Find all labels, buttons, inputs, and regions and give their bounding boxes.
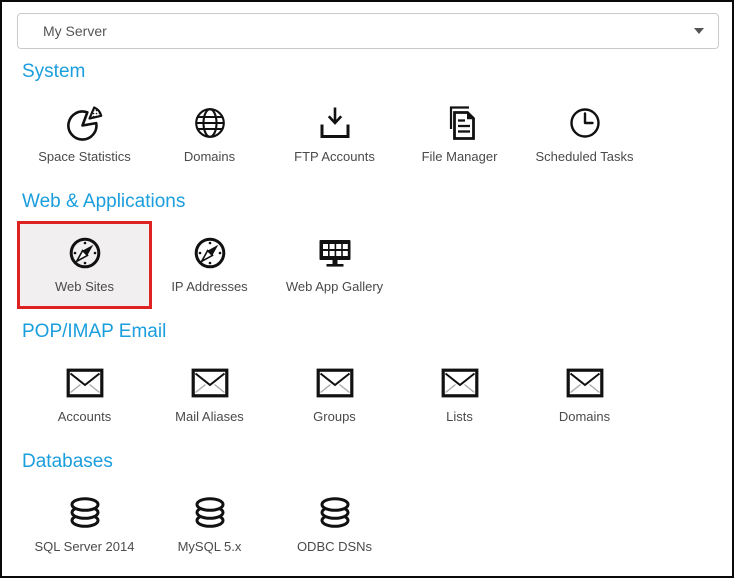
documents-icon — [440, 100, 480, 146]
tile-row: Accounts Mail Aliases Groups Lists Domains — [2, 351, 732, 439]
database-icon — [315, 490, 355, 536]
tile-label: Web App Gallery — [286, 279, 383, 294]
database-icon — [190, 490, 230, 536]
compass-icon — [65, 230, 105, 276]
tile-row: SQL Server 2014 MySQL 5.x ODBC DSNs — [2, 481, 732, 569]
tile-accounts[interactable]: Accounts — [22, 351, 147, 439]
section-title-system: System — [22, 61, 732, 83]
control-panel: My Server System Space Statistics Domains F… — [0, 0, 734, 578]
database-icon — [65, 490, 105, 536]
section-web-applications: Web & ApplicationsWeb SitesIP AddressesW… — [2, 191, 732, 309]
envelope-icon — [440, 360, 480, 406]
tile-ip-addresses[interactable]: IP Addresses — [147, 221, 272, 309]
globe-icon — [190, 100, 230, 146]
tile-label: SQL Server 2014 — [35, 539, 135, 554]
tile-label: File Manager — [422, 149, 498, 164]
tile-label: Accounts — [58, 409, 111, 424]
tile-label: Domains — [559, 409, 610, 424]
tile-label: Domains — [184, 149, 235, 164]
tile-label: Groups — [313, 409, 356, 424]
tile-sql-server-2014[interactable]: SQL Server 2014 — [22, 481, 147, 569]
tile-ftp-accounts[interactable]: FTP Accounts — [272, 91, 397, 179]
tile-row: Web Sites IP Addresses Web App Gallery — [2, 221, 732, 309]
section-title-pop-imap-email: POP/IMAP Email — [22, 321, 732, 343]
chevron-down-icon — [694, 28, 704, 34]
tile-label: FTP Accounts — [294, 149, 375, 164]
tile-web-sites[interactable]: Web Sites — [17, 221, 152, 309]
tile-label: Scheduled Tasks — [535, 149, 633, 164]
tile-domains[interactable]: Domains — [147, 91, 272, 179]
tile-mysql-5-x[interactable]: MySQL 5.x — [147, 481, 272, 569]
envelope-icon — [65, 360, 105, 406]
server-selector-value: My Server — [43, 23, 107, 39]
pie-chart-icon — [65, 100, 105, 146]
monitor-grid-icon — [315, 230, 355, 276]
tile-label: IP Addresses — [171, 279, 247, 294]
clock-icon — [565, 100, 605, 146]
envelope-icon — [190, 360, 230, 406]
tile-label: Mail Aliases — [175, 409, 244, 424]
tile-lists[interactable]: Lists — [397, 351, 522, 439]
envelope-icon — [565, 360, 605, 406]
tile-label: Space Statistics — [38, 149, 131, 164]
tile-label: Lists — [446, 409, 473, 424]
envelope-icon — [315, 360, 355, 406]
download-tray-icon — [315, 100, 355, 146]
section-databases: Databases SQL Server 2014 MySQL 5.x ODBC DS… — [2, 451, 732, 569]
tile-label: ODBC DSNs — [297, 539, 372, 554]
server-selector[interactable]: My Server — [17, 13, 719, 49]
tile-odbc-dsns[interactable]: ODBC DSNs — [272, 481, 397, 569]
section-system: System Space Statistics Domains FTP Account… — [2, 61, 732, 179]
tile-space-statistics[interactable]: Space Statistics — [22, 91, 147, 179]
tile-web-app-gallery[interactable]: Web App Gallery — [272, 221, 397, 309]
tile-scheduled-tasks[interactable]: Scheduled Tasks — [522, 91, 647, 179]
section-title-web-applications: Web & Applications — [22, 191, 732, 213]
section-title-databases: Databases — [22, 451, 732, 473]
section-pop-imap-email: POP/IMAP Email Accounts Mail Aliases Groups… — [2, 321, 732, 439]
tile-label: Web Sites — [55, 279, 114, 294]
tile-groups[interactable]: Groups — [272, 351, 397, 439]
tile-domains[interactable]: Domains — [522, 351, 647, 439]
tile-mail-aliases[interactable]: Mail Aliases — [147, 351, 272, 439]
compass-icon — [190, 230, 230, 276]
tile-row: Space Statistics Domains FTP Accounts File … — [2, 91, 732, 179]
tile-file-manager[interactable]: File Manager — [397, 91, 522, 179]
tile-label: MySQL 5.x — [178, 539, 242, 554]
sections-container: System Space Statistics Domains FTP Account… — [2, 61, 732, 569]
